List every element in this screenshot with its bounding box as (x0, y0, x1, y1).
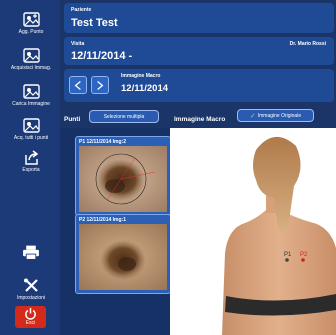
previous-button[interactable] (69, 76, 87, 94)
printer-icon (23, 245, 39, 260)
multi-select-button[interactable]: Selezione multipla (89, 110, 159, 123)
patient-panel: Paziente Test Test (64, 3, 334, 33)
add-point-label: Agg. Punto (18, 29, 44, 35)
add-point-icon (22, 12, 40, 27)
point-thumbnail-2[interactable]: P2 12/11/2014 Img:1 (75, 214, 171, 294)
load-image-button[interactable]: Carica Immagine (4, 84, 58, 107)
body-back-image: P1 P2 (222, 136, 336, 335)
settings-label: Impostazioni (16, 295, 46, 301)
macro-caption: Immagine Macro (121, 73, 161, 79)
macro-panel: Immagine Macro 12/11/2014 (64, 69, 334, 102)
thumbnail-caption: P2 12/11/2014 Img:1 (79, 217, 126, 223)
load-image-icon (22, 84, 40, 99)
doctor-name: Dr. Mario Rossi (289, 41, 326, 47)
print-button[interactable] (4, 244, 58, 261)
acquire-all-icon (22, 118, 40, 133)
points-list: P1 12/11/2014 Img:2 P2 12/11/2014 Img:1 (60, 128, 171, 335)
export-label: Esporta (22, 167, 40, 173)
dermoscopy-image (79, 224, 167, 290)
next-button[interactable] (91, 76, 109, 94)
visit-panel[interactable]: Visita Dr. Mario Rossi 12/11/2014 - (64, 37, 334, 65)
original-image-toggle[interactable]: ✓ Immagine Originale (237, 109, 314, 122)
load-image-label: Carica Immagine (12, 101, 50, 107)
original-image-label: Immagine Originale (257, 112, 302, 119)
acquire-all-label: Acq. tutti i punti (13, 135, 49, 141)
exit-button[interactable]: Esci (15, 306, 46, 328)
visit-caption: Visita (71, 41, 85, 47)
macro-image-label: Immagine Macro (174, 116, 226, 123)
export-button[interactable]: Esporta (4, 150, 58, 173)
points-label: Punti (64, 116, 81, 123)
acquire-image-icon (22, 48, 40, 63)
settings-button[interactable]: Impostazioni (4, 278, 58, 301)
exit-label: Esci (25, 320, 36, 326)
macro-date: 12/11/2014 (121, 83, 169, 94)
acquire-image-button[interactable]: Acquisisci Immag. (4, 48, 58, 71)
checkmark-icon: ✓ (249, 112, 256, 120)
chevron-right-icon (97, 80, 104, 90)
point-thumbnail-1[interactable]: P1 12/11/2014 Img:2 (75, 136, 171, 216)
macro-image-view[interactable]: P1 P2 (170, 128, 336, 335)
power-icon (25, 307, 36, 320)
marker-p2-label: P2 (300, 252, 308, 258)
acquire-all-button[interactable]: Acq. tutti i punti (4, 118, 58, 141)
dermoscopy-image (79, 146, 167, 212)
main-area: Paziente Test Test Visita Dr. Mario Ross… (60, 0, 336, 335)
patient-caption: Paziente (71, 7, 92, 13)
add-point-button[interactable]: Agg. Punto (4, 12, 58, 35)
export-icon (24, 150, 38, 165)
marker-p1-label: P1 (284, 252, 292, 258)
visit-date: 12/11/2014 - (71, 50, 133, 62)
chevron-left-icon (74, 80, 81, 90)
thumbnail-caption: P1 12/11/2014 Img:2 (79, 139, 126, 145)
patient-name: Test Test (71, 17, 118, 29)
wrench-screwdriver-icon (23, 278, 38, 292)
sidebar: Agg. Punto Acquisisci Immag. Carica Imma… (0, 0, 60, 335)
acquire-image-label: Acquisisci Immag. (10, 65, 52, 71)
